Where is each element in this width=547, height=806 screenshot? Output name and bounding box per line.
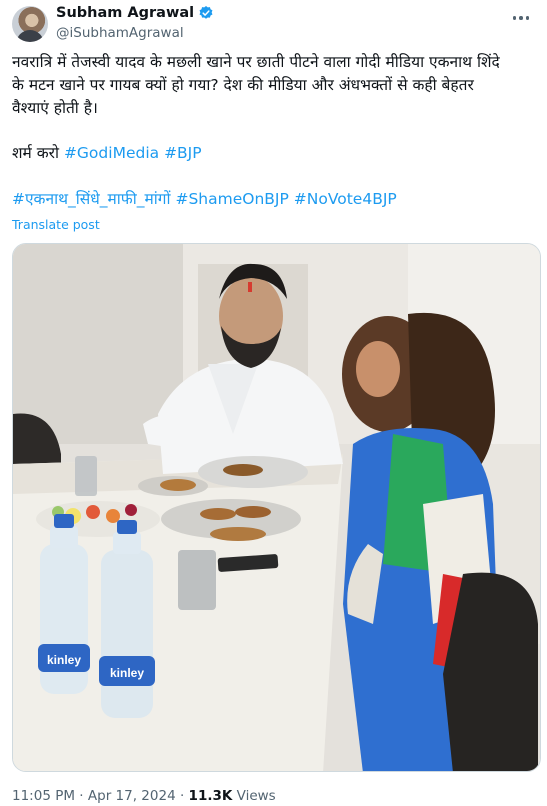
translate-post-link[interactable]: Translate post [12,217,100,232]
author-display-name[interactable]: Subham Agrawal [56,5,194,21]
bottle-label-1: kinley [47,653,81,667]
tweet-time[interactable]: 11:05 PM [12,788,75,804]
tweet-photo[interactable]: kinley kinley [12,243,541,772]
tweet-line-2: के मटन खाने पर गायब क्यों हो गया? देश की… [12,75,474,94]
views-label: Views [236,788,276,804]
bottle-label-2: kinley [110,666,144,680]
meta-separator-1: · [79,788,84,804]
tweet-line-1: नवरात्रि में तेजस्वी यादव के मछली खाने प… [12,53,500,71]
hashtag-godimedia[interactable]: #GodiMedia [64,144,159,162]
hashtag-bjp[interactable]: #BJP [164,144,202,162]
tweet-text: नवरात्रि में तेजस्वी यादव के मछली खाने प… [12,51,535,211]
tweet-meta: 11:05 PM · Apr 17, 2024 · 11.3K Views [12,788,276,804]
meta-separator-2: · [179,788,185,804]
views-count: 11.3K [188,788,233,804]
tweet-shame-line: शर्म करो #GodiMedia #BJP [12,142,535,165]
verified-badge-icon [199,6,213,19]
author-name-row: Subham Agrawal [56,5,214,21]
avatar[interactable] [12,6,48,42]
tweet-date[interactable]: Apr 17, 2024 [88,788,176,804]
hashtag-novote4bjp[interactable]: #NoVote4BJP [294,190,397,208]
hashtag-shameonbjp[interactable]: #ShameOnBJP [175,190,288,208]
tweet-header: Subham Agrawal @iSubhamAgrawal [12,4,535,44]
tweet-hashtag-line: #एकनाथ_सिंधे_माफी_मांगों #ShameOnBJP #No… [12,188,535,211]
tweet-line-3: वैश्याएं होती है। [12,98,98,117]
shame-text: शर्म करो [12,144,59,163]
hashtag-eknath[interactable]: #एकनाथ_सिंधे_माफी_मांगों [12,190,171,208]
author-handle[interactable]: @iSubhamAgrawal [56,25,184,41]
more-options-icon[interactable] [507,10,535,26]
